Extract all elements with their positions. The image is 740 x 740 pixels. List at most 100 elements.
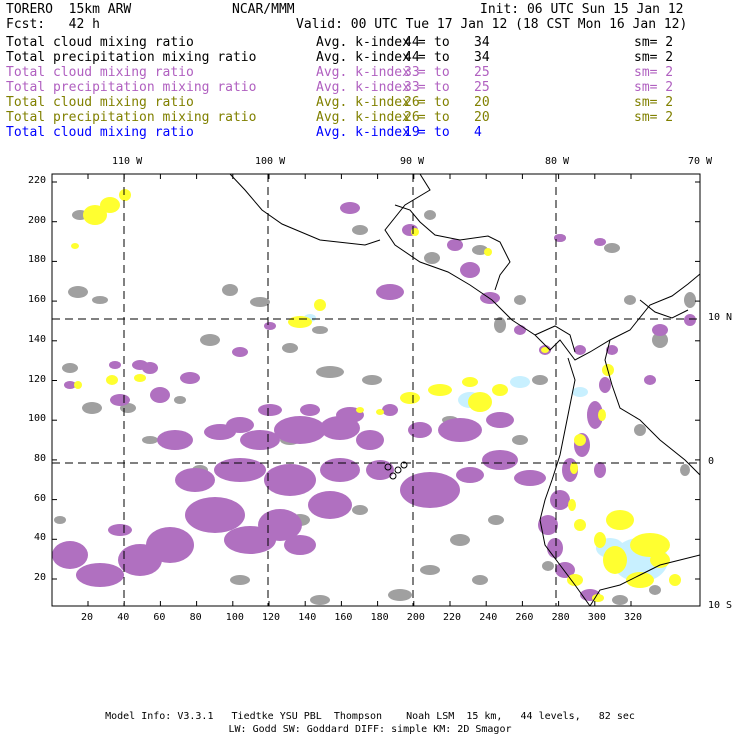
longitude-label: 110 W xyxy=(112,156,143,167)
model-info-line2: LW: Godd SW: Goddard DIFF: simple KM: 2D… xyxy=(228,724,512,735)
cloud-gray-patch xyxy=(82,402,102,414)
cloud-purple-patch xyxy=(264,464,316,496)
cloud-yellow-patch xyxy=(119,189,131,201)
cloud-yellow-patch xyxy=(314,299,326,311)
galapagos-island xyxy=(394,466,402,474)
cloud-purple-patch xyxy=(599,377,611,393)
cloud-gray-patch xyxy=(542,561,554,571)
cloud-gray-patch xyxy=(230,575,250,585)
x-tick-label: 20 xyxy=(81,612,94,623)
cloud-gray-patch xyxy=(472,575,488,585)
cloud-purple-patch xyxy=(264,322,276,330)
cloud-gray-patch xyxy=(514,295,526,305)
cloud-purple-patch xyxy=(356,430,384,450)
x-tick-label: 80 xyxy=(189,612,202,623)
cloud-purple-patch xyxy=(574,345,586,355)
cloud-yellow-patch xyxy=(462,377,478,387)
longitude-label: 100 W xyxy=(255,156,286,167)
x-tick-label: 280 xyxy=(551,612,570,623)
cloud-yellow-patch xyxy=(574,519,586,531)
cloud-purple-patch xyxy=(456,467,484,483)
cloud-gray-patch xyxy=(450,534,470,546)
cloud-yellow-patch xyxy=(669,574,681,586)
cloud-gray-patch xyxy=(250,297,270,307)
cloud-purple-patch xyxy=(76,563,124,587)
longitude-label: 80 W xyxy=(545,156,570,167)
longitude-label: 70 W xyxy=(688,156,713,167)
cloud-purple-patch xyxy=(400,472,460,508)
cloud-purple-patch xyxy=(52,541,88,569)
cloud-gray-patch xyxy=(352,505,368,515)
cloud-purple-patch xyxy=(340,202,360,214)
cloud-gray-patch xyxy=(92,296,108,304)
y-tick-label: 40 xyxy=(33,532,46,544)
cloud-gray-patch xyxy=(68,286,88,298)
cloud-yellow-patch xyxy=(484,248,492,256)
cloud-gray-patch xyxy=(282,343,298,353)
cloud-gray-patch xyxy=(532,375,548,385)
cloud-purple-patch xyxy=(486,412,514,428)
cloud-purple-patch xyxy=(652,324,668,336)
cloud-gray-patch xyxy=(612,595,628,605)
cloud-yellow-patch xyxy=(574,434,586,446)
latitude-label: 10 N xyxy=(708,312,733,323)
y-tick-label: 180 xyxy=(27,254,46,266)
cloud-purple-patch xyxy=(150,387,170,403)
cloud-gray-patch xyxy=(62,363,78,373)
cloud-purple-patch xyxy=(514,325,526,335)
x-tick-label: 140 xyxy=(298,612,317,623)
cloud-yellow-patch xyxy=(106,375,118,385)
cloud-purple-patch xyxy=(132,360,148,370)
cloud-purple-patch xyxy=(108,524,132,536)
cloud-purple-patch xyxy=(408,422,432,438)
latitude-label: 10 S xyxy=(708,600,733,611)
x-tick-label: 300 xyxy=(587,612,606,623)
cloud-gray-patch xyxy=(222,284,238,296)
cloud-purple-patch xyxy=(684,314,696,326)
latitude-label: 0 xyxy=(708,456,715,467)
cloud-purple-patch xyxy=(376,284,404,300)
cloud-purple-patch xyxy=(226,417,254,433)
cloud-gray-patch xyxy=(424,210,436,220)
forecast-map xyxy=(51,173,701,607)
cloud-gray-patch xyxy=(512,435,528,445)
cloud-yellow-patch xyxy=(598,409,606,421)
model-info-line1: Model Info: V3.3.1 Tiedtke YSU PBL Thomp… xyxy=(105,711,635,722)
cloud-purple-patch xyxy=(274,416,326,444)
y-tick-label: 100 xyxy=(27,413,46,425)
cloud-yellow-patch xyxy=(376,409,384,415)
cloud-purple-patch xyxy=(180,372,200,384)
cloud-purple-patch xyxy=(514,470,546,486)
cloud-gray-patch xyxy=(604,243,620,253)
x-tick-label: 200 xyxy=(406,612,425,623)
cloud-lightblue-patch xyxy=(510,376,530,388)
x-tick-label: 320 xyxy=(624,612,643,623)
y-tick-label: 140 xyxy=(27,333,46,345)
x-tick-label: 220 xyxy=(443,612,462,623)
coastline xyxy=(604,339,700,476)
cloud-yellow-patch xyxy=(134,374,146,382)
cloud-gray-patch xyxy=(362,375,382,385)
y-tick-label: 120 xyxy=(27,373,46,385)
cloud-gray-patch xyxy=(310,595,330,605)
cloud-yellow-patch xyxy=(71,243,79,249)
cloud-purple-patch xyxy=(240,430,280,450)
y-tick-label: 220 xyxy=(27,175,46,186)
longitude-label: 90 W xyxy=(400,156,425,167)
cloud-gray-patch xyxy=(420,565,440,575)
cloud-yellow-patch xyxy=(570,462,578,474)
cloud-gray-patch xyxy=(424,252,440,264)
cloud-purple-patch xyxy=(214,458,266,482)
cloud-purple-patch xyxy=(644,375,656,385)
x-tick-label: 260 xyxy=(515,612,534,623)
cloud-yellow-patch xyxy=(594,532,606,548)
y-tick-label: 160 xyxy=(27,294,46,306)
cloud-yellow-patch xyxy=(356,407,364,413)
cloud-gray-patch xyxy=(634,424,646,436)
y-tick-label: 200 xyxy=(27,214,46,226)
x-tick-label: 160 xyxy=(334,612,353,623)
cloud-purple-patch xyxy=(146,527,194,563)
cloud-purple-patch xyxy=(460,262,480,278)
cloud-purple-patch xyxy=(185,497,245,533)
cloud-gray-patch xyxy=(174,396,186,404)
